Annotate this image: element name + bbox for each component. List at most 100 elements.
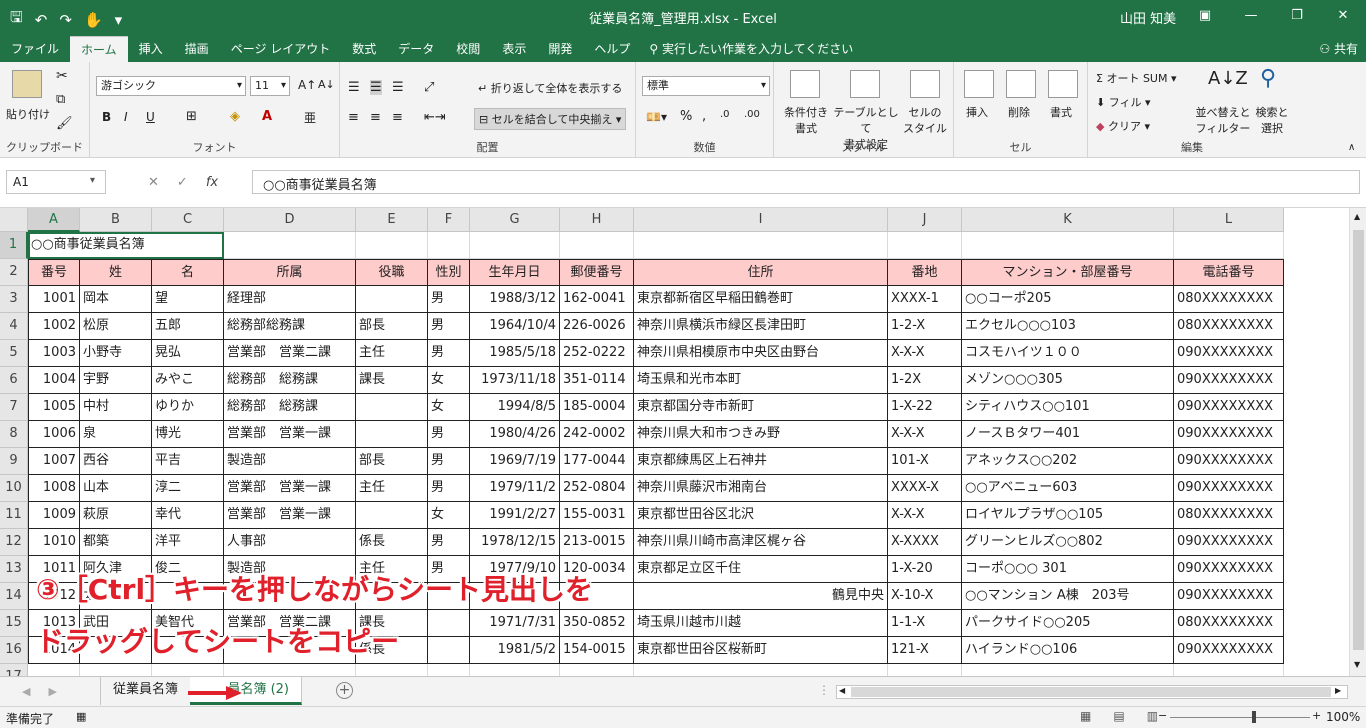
column-header-i[interactable]: I (634, 208, 888, 232)
scroll-up-icon[interactable]: ▲ (1354, 212, 1360, 221)
cell[interactable]: 090XXXXXXXX (1174, 394, 1284, 421)
cell[interactable]: 望 (152, 286, 224, 313)
cell[interactable]: 女 (428, 394, 470, 421)
row-header-9[interactable]: 9 (0, 448, 28, 475)
formula-input[interactable]: ○○商事従業員名簿 (252, 170, 1360, 194)
cell[interactable]: X-XXXX (888, 529, 962, 556)
cell[interactable] (356, 421, 428, 448)
cell[interactable]: コスモハイツ１００ (962, 340, 1174, 367)
cell[interactable]: 萩原 (80, 502, 152, 529)
header-cell[interactable]: 役職 (356, 259, 428, 286)
cell[interactable] (888, 232, 962, 259)
cell[interactable]: 男 (428, 448, 470, 475)
sort-filter-button[interactable]: 並べ替えと フィルター (1194, 104, 1252, 136)
format-cells-button[interactable]: 書式 (1050, 104, 1072, 120)
italic-button[interactable]: I (124, 110, 128, 124)
cell-style-button[interactable]: セルの スタイル (898, 104, 952, 136)
cell[interactable]: 1-1-X (888, 610, 962, 637)
cell[interactable] (560, 664, 634, 676)
row-header-17[interactable]: 17 (0, 664, 28, 676)
row-header-8[interactable]: 8 (0, 421, 28, 448)
column-header-e[interactable]: E (356, 208, 428, 232)
phonetic-icon[interactable]: 亜 (304, 109, 316, 126)
format-table-icon[interactable] (850, 70, 880, 98)
row-header-15[interactable]: 15 (0, 610, 28, 637)
cell[interactable]: 1980/4/26 (470, 421, 560, 448)
cut-icon[interactable]: ✂ (56, 68, 68, 84)
column-header-k[interactable]: K (962, 208, 1174, 232)
cell[interactable]: 1005 (28, 394, 80, 421)
cell[interactable]: 女 (428, 367, 470, 394)
header-cell[interactable]: 住所 (634, 259, 888, 286)
cell[interactable]: X-10-X (888, 583, 962, 610)
header-cell[interactable]: 郵便番号 (560, 259, 634, 286)
cell[interactable] (1174, 664, 1284, 676)
select-all-corner[interactable] (0, 208, 28, 232)
clear-button[interactable]: ◆ クリア ▾ (1096, 118, 1150, 134)
column-header-h[interactable]: H (560, 208, 634, 232)
insert-cells-button[interactable]: 挿入 (966, 104, 988, 120)
cell[interactable]: 121-X (888, 637, 962, 664)
cell[interactable]: 090XXXXXXXX (1174, 637, 1284, 664)
tab-page-layout[interactable]: ページ レイアウト (220, 36, 342, 62)
collapse-ribbon-icon[interactable]: ∧ (1348, 142, 1355, 153)
cell[interactable] (80, 664, 152, 676)
cell[interactable]: 1-2-X (888, 313, 962, 340)
cell[interactable]: X-X-X (888, 340, 962, 367)
cell[interactable]: 1-X-20 (888, 556, 962, 583)
cell[interactable]: 松原 (80, 313, 152, 340)
cell[interactable] (428, 610, 470, 637)
cell[interactable]: 係長 (356, 529, 428, 556)
tab-review[interactable]: 校閲 (445, 36, 491, 62)
align-middle-icon[interactable]: ☰ (370, 80, 382, 95)
tell-me-box[interactable]: ⚲ 実行したい作業を入力してください (649, 36, 853, 62)
cell[interactable]: 213-0015 (560, 529, 634, 556)
cell[interactable]: 252-0222 (560, 340, 634, 367)
cell[interactable]: 155-0031 (560, 502, 634, 529)
cell[interactable]: 東京都足立区千住 (634, 556, 888, 583)
cell[interactable]: 平吉 (152, 448, 224, 475)
cell[interactable]: 淳二 (152, 475, 224, 502)
tab-developer[interactable]: 開発 (537, 36, 583, 62)
column-header-b[interactable]: B (80, 208, 152, 232)
cell[interactable]: 男 (428, 313, 470, 340)
cell[interactable]: 男 (428, 340, 470, 367)
share-button[interactable]: ⚇ 共有 (1319, 36, 1358, 62)
minimize-icon[interactable]: — (1228, 0, 1274, 30)
cell[interactable]: 1001 (28, 286, 80, 313)
cell[interactable]: 090XXXXXXXX (1174, 421, 1284, 448)
scroll-down-icon[interactable]: ▼ (1354, 660, 1360, 669)
close-icon[interactable]: ✕ (1320, 0, 1366, 30)
align-left-icon[interactable]: ≡ (348, 110, 359, 125)
scroll-right-icon[interactable]: ▶ (1335, 686, 1341, 695)
cell[interactable]: 経理部 (224, 286, 356, 313)
increase-font-icon[interactable]: A↑ (298, 78, 316, 92)
cell[interactable]: 都築 (80, 529, 152, 556)
cell[interactable]: 1991/2/27 (470, 502, 560, 529)
cell[interactable]: シティハウス○○101 (962, 394, 1174, 421)
cell[interactable]: ○○コーポ205 (962, 286, 1174, 313)
delete-cells-icon[interactable] (1006, 70, 1036, 98)
cell[interactable]: 東京都世田谷区北沢 (634, 502, 888, 529)
cell[interactable]: アネックス○○202 (962, 448, 1174, 475)
insert-cells-icon[interactable] (964, 70, 994, 98)
cell[interactable]: 1985/5/18 (470, 340, 560, 367)
cell[interactable]: 090XXXXXXXX (1174, 367, 1284, 394)
cell[interactable] (470, 664, 560, 676)
title-cell[interactable]: ○○商事従業員名簿 (28, 232, 145, 259)
row-header-7[interactable]: 7 (0, 394, 28, 421)
cell[interactable]: 神奈川県相模原市中央区由野台 (634, 340, 888, 367)
tab-formulas[interactable]: 数式 (341, 36, 387, 62)
decrease-decimal-icon[interactable]: .00 (744, 109, 760, 120)
column-header-d[interactable]: D (224, 208, 356, 232)
cell[interactable]: 090XXXXXXXX (1174, 340, 1284, 367)
cell[interactable]: 宇野 (80, 367, 152, 394)
cell[interactable] (224, 232, 356, 259)
cell[interactable]: 1-2X (888, 367, 962, 394)
align-top-icon[interactable]: ☰ (348, 80, 360, 95)
cell[interactable] (428, 637, 470, 664)
cell[interactable]: 351-0114 (560, 367, 634, 394)
cell[interactable]: 252-0804 (560, 475, 634, 502)
cell[interactable]: 1004 (28, 367, 80, 394)
cell[interactable] (152, 232, 224, 259)
